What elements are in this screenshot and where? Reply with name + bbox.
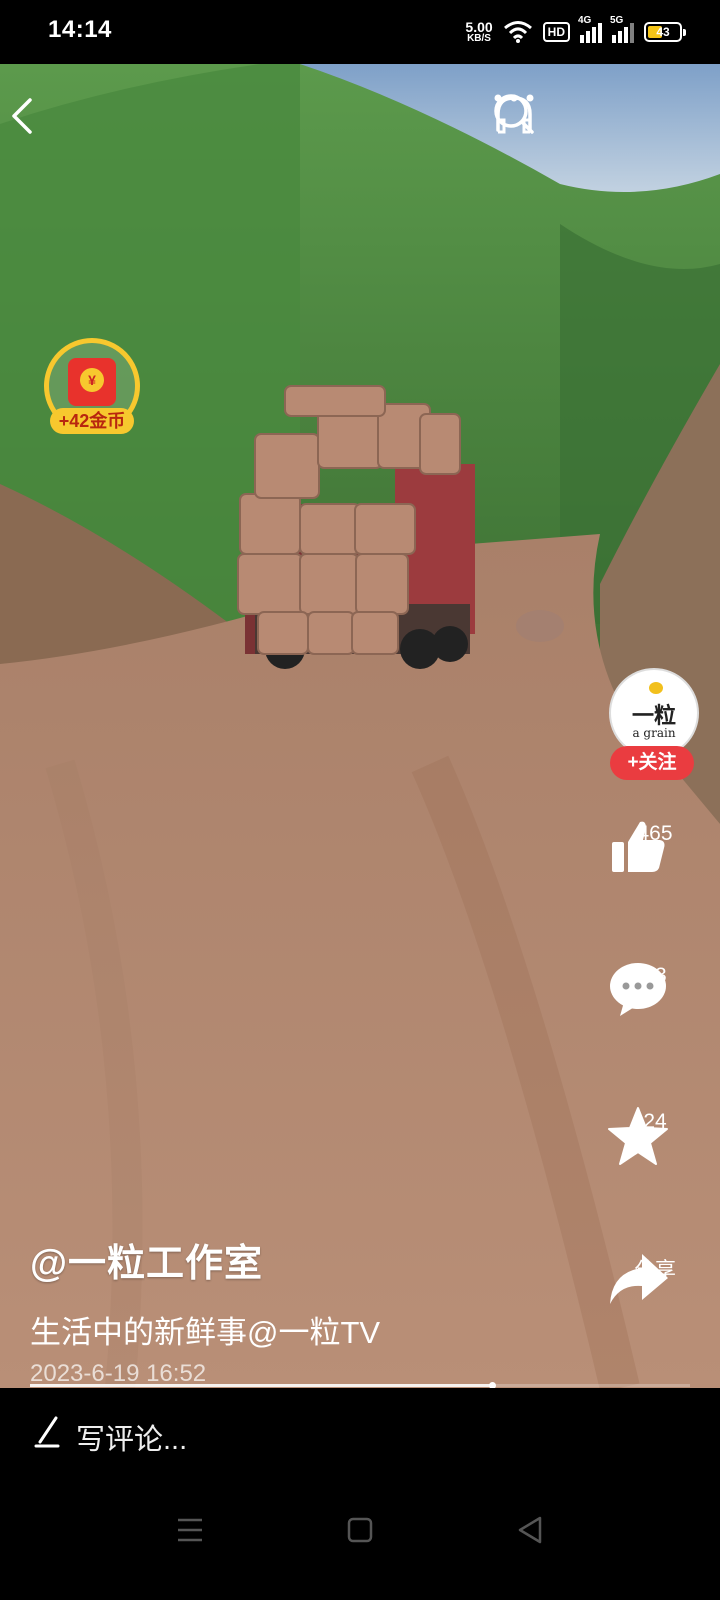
comment-input-placeholder[interactable]: 写评论... — [76, 1416, 187, 1458]
network-speed-value: 5.00 — [465, 19, 493, 35]
coin-reward-label: +42金币 — [50, 408, 134, 434]
coin-icon: ¥ — [80, 368, 104, 392]
video-description: 生活中的新鲜事@一粒TV — [30, 1315, 381, 1350]
top-actions — [492, 92, 696, 140]
progress-fill — [30, 1384, 492, 1387]
coin-reward-badge[interactable]: ¥ +42金币 — [44, 338, 144, 438]
signal-icon: 4G — [578, 15, 602, 43]
status-bar: 14:14 5.00 KB/S HD 4G 5G 43 — [0, 0, 720, 64]
back-icon[interactable] — [0, 92, 48, 140]
author-avatar[interactable]: 一粒 a grain — [609, 668, 699, 758]
back-triangle-icon[interactable] — [510, 1510, 550, 1550]
sim1-label: 4G — [578, 15, 592, 26]
like-button[interactable]: 465 — [606, 816, 704, 872]
share-arrow-icon — [610, 1254, 668, 1304]
menu-icon[interactable] — [170, 1510, 210, 1550]
follow-button[interactable]: +关注 — [610, 746, 694, 780]
status-time: 14:14 — [48, 16, 112, 43]
listen-button[interactable] — [496, 92, 618, 140]
video-caption: @一粒工作室 生活中的新鲜事@一粒TV 2023-6-19 16:52 — [30, 1232, 590, 1388]
author-name[interactable]: @一粒工作室 — [30, 1232, 590, 1287]
comment-bubble-icon — [610, 963, 666, 1016]
thumbs-up-icon — [612, 821, 665, 872]
comment-button[interactable]: 63 — [606, 958, 704, 1016]
video-player[interactable]: ¥ +42金币 一粒 a grain +关注 465 63 — [0, 64, 720, 1388]
share-button[interactable]: 分享 — [606, 1248, 704, 1304]
comment-bar[interactable]: 写评论... — [0, 1388, 720, 1480]
avatar-logo-mark — [649, 682, 663, 694]
sim2-label: 5G — [610, 15, 624, 26]
signal-icon-2: 5G — [610, 15, 634, 43]
battery-level: 43 — [656, 25, 670, 39]
pen-icon — [34, 1416, 60, 1448]
wifi-icon — [503, 21, 532, 43]
star-icon — [608, 1107, 668, 1165]
network-speed-unit: KB/S — [467, 33, 491, 44]
avatar-text-small: a grain — [632, 726, 676, 740]
home-icon[interactable] — [340, 1510, 380, 1550]
favorite-button[interactable]: 24 — [606, 1104, 704, 1165]
more-button[interactable] — [494, 92, 696, 140]
system-nav-bar — [0, 1480, 720, 1600]
status-icons: 5.00 KB/S HD 4G 5G 43 — [465, 14, 686, 50]
video-progress-bar[interactable] — [30, 1382, 690, 1389]
more-icon — [494, 94, 534, 102]
network-speed: 5.00 KB/S — [465, 20, 492, 44]
hd-badge: HD — [542, 22, 570, 42]
battery-icon: 43 — [644, 22, 686, 42]
